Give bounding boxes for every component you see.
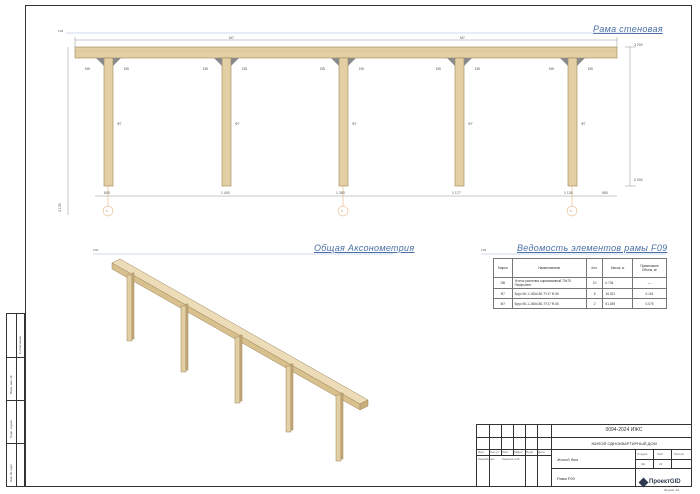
- building-name: Жилой дом: [557, 457, 578, 462]
- cell: Брус КК-1-150x150-ТУ17 Ф-06: [511, 288, 587, 299]
- cell: 0.075: [632, 298, 667, 309]
- developer-name: Ковалев А.В.: [502, 457, 521, 461]
- table-row: Ф7 Брус КК-1-150x150-ТУ17 Ф-06 5 16.321 …: [493, 288, 667, 299]
- header-doc: №Док.: [514, 450, 524, 454]
- cell: 51.049: [602, 298, 634, 309]
- sheets-label: Листов: [674, 452, 684, 456]
- sheet-label: Лист: [657, 452, 664, 456]
- side-label: Инв. № подл.: [9, 463, 13, 482]
- logo-icon: [638, 477, 649, 487]
- header-date: Дата: [538, 450, 545, 454]
- col-header: Кол.: [585, 258, 604, 278]
- cell: Ф7: [493, 288, 513, 299]
- sheet-name: Рама F09: [557, 476, 575, 481]
- stage-label: Стадия: [637, 452, 648, 456]
- side-label: Взам. инв. №: [9, 375, 13, 394]
- cell: M7: [493, 298, 513, 309]
- cell: 2: [585, 298, 604, 309]
- cell: 5: [585, 288, 604, 299]
- col-header: Примечание Объем, м³: [632, 258, 667, 278]
- cell: Брус КК-1-150x150-ТУ17 Ф-06: [511, 298, 587, 309]
- cell: 0.734: [602, 277, 634, 289]
- cell: 10: [585, 277, 604, 289]
- table-row: DB Уголок усиления оцинкованный 75x75 Пе…: [493, 277, 667, 289]
- company-logo: ПроектGID: [638, 477, 681, 487]
- col-header: Масса, кг: [602, 258, 634, 278]
- header-izm: Изм.: [478, 450, 485, 454]
- stage-value: КД: [641, 462, 645, 466]
- header-kol: Кол.уч.: [490, 450, 500, 454]
- axonometric-view: [111, 258, 369, 462]
- table-header-row: Марка Наименование Кол. Масса, кг Примеч…: [493, 258, 667, 278]
- sheet-format: Формат А3: [664, 488, 680, 492]
- cell: 0.161: [632, 288, 667, 299]
- developer-label: Разработал: [478, 457, 495, 461]
- table-row: M7 Брус КК-1-150x150-ТУ17 Ф-06 2 51.049 …: [493, 298, 667, 309]
- project-name: ЖИЛОЙ ОДНОКВАРТИРНЫЙ ДОМ: [591, 441, 657, 446]
- cell: DB: [493, 277, 513, 289]
- cell: 16.321: [602, 288, 634, 299]
- side-label: Согласовано: [18, 335, 22, 354]
- logo-text: ПроектGID: [649, 479, 681, 485]
- col-header: Марка: [493, 258, 513, 278]
- header-sign: Подп.: [526, 450, 534, 454]
- cell: —: [632, 277, 667, 289]
- spec-table: Марка Наименование Кол. Масса, кг Примеч…: [493, 258, 667, 309]
- header-list: Лист: [502, 450, 509, 454]
- side-approval-strip: Согласовано Взам. инв. № Подп. и дата Ин…: [6, 313, 25, 487]
- sheet-value: 22: [659, 462, 663, 466]
- cell: Уголок усиления оцинкованный 75x75 Перфо…: [511, 277, 587, 289]
- col-header: Наименование: [511, 258, 587, 278]
- side-label: Подп. и дата: [9, 420, 13, 438]
- doc-code: 0094-2024 ИЖС: [605, 427, 643, 433]
